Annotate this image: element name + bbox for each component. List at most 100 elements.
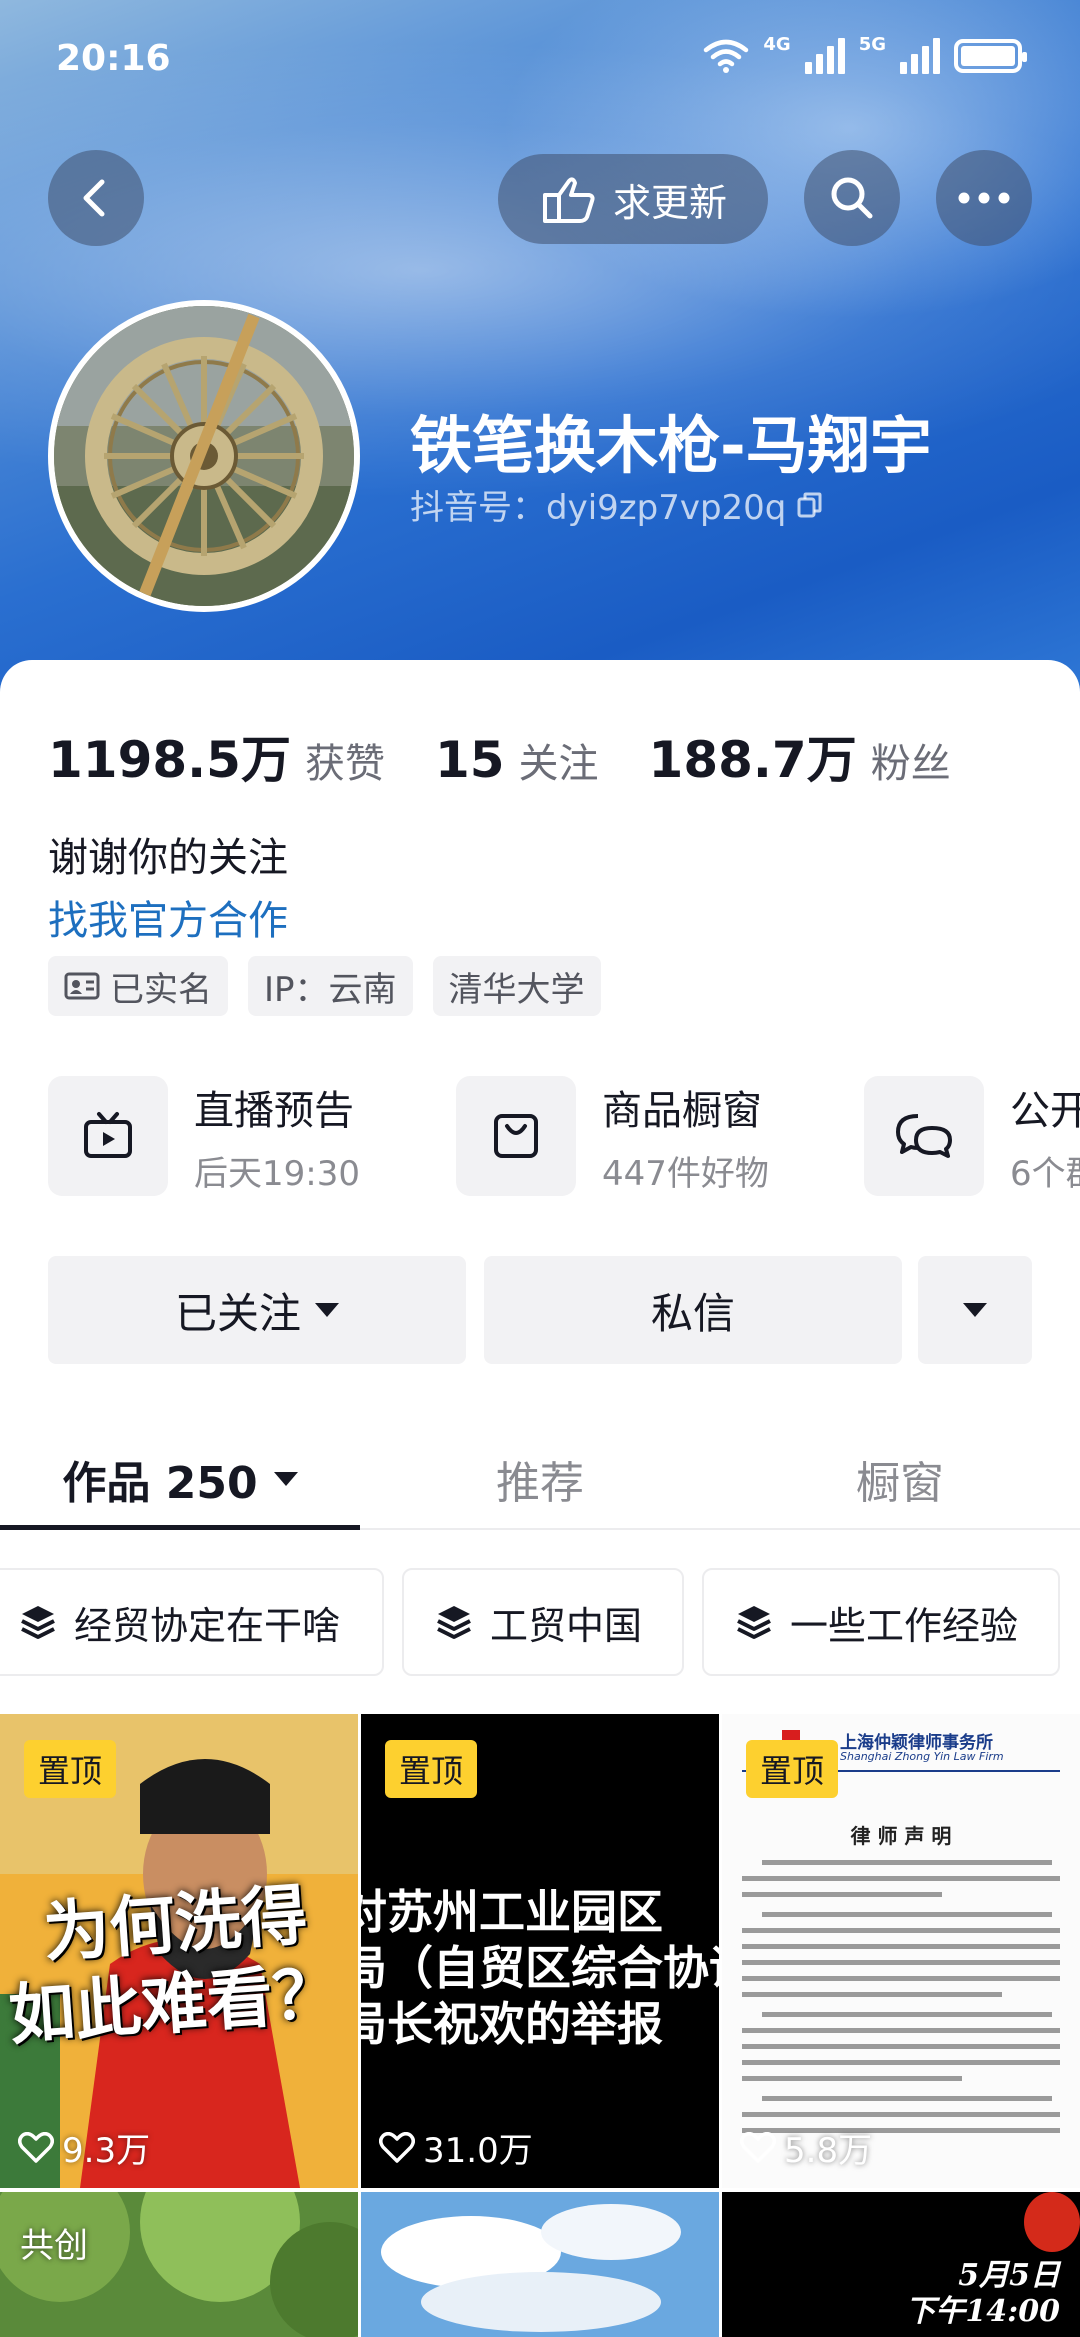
id-card-icon	[64, 972, 100, 1000]
feature-showcase-icon-box	[456, 1076, 576, 1196]
tag-ip-label: IP：云南	[264, 969, 397, 1010]
signal-strength-icon	[804, 38, 845, 74]
network-5g-label: 5G	[858, 33, 886, 55]
status-bar: 20:16 4G 5G	[0, 0, 1080, 120]
search-button[interactable]	[804, 150, 900, 246]
video-grid: 置顶 为何洗得 如此难看？ 9.3万 置顶 对苏州工业园区 局（自贸区综合协调 …	[0, 1714, 1080, 2337]
tag-school[interactable]: 清华大学	[432, 956, 601, 1016]
collection-chip-label: 工贸中国	[490, 1603, 643, 1648]
video-overlay-line: 局（自贸区综合协调	[361, 1941, 719, 1995]
caret-down-icon	[315, 1303, 339, 1317]
video-event-date: 5月5日	[958, 2258, 1060, 2293]
heart-icon	[379, 2131, 415, 2163]
heart-icon	[740, 2131, 776, 2163]
content-tabs: 作品 250 推荐 橱窗	[0, 1430, 1080, 1530]
video-thumbnail[interactable]: 上海仲颖律师事务所 Shanghai Zhong Yin Law Firm 律 …	[722, 1714, 1080, 2188]
co-creation-badge: 共创	[20, 2226, 88, 2266]
back-button[interactable]	[48, 150, 144, 246]
feature-showcase[interactable]: 商品橱窗 447件好物	[456, 1075, 769, 1197]
feature-public-groups[interactable]: 公开 6个群	[864, 1075, 1080, 1197]
pinned-badge: 置顶	[24, 1740, 117, 1798]
feature-groups-icon-box	[864, 1076, 984, 1196]
message-button-label: 私信	[650, 1288, 735, 1338]
profile-id-text: 抖音号：dyi9zp7vp20q	[410, 488, 787, 528]
following-button[interactable]: 已关注	[48, 1256, 466, 1364]
message-button[interactable]: 私信	[484, 1256, 902, 1364]
video-overlay-line: 局长祝欢的举报	[361, 1997, 663, 2051]
collection-chip-label: 一些工作经验	[790, 1603, 1019, 1648]
followers-count[interactable]: 188.7万	[649, 720, 857, 792]
followers-label: 粉丝	[870, 741, 951, 787]
pinned-badge: 置顶	[746, 1740, 839, 1798]
request-update-button[interactable]: 求更新	[498, 154, 768, 244]
action-buttons: 已关注 私信	[48, 1256, 1032, 1366]
tag-school-label: 清华大学	[448, 969, 585, 1010]
layers-icon	[737, 1606, 771, 1639]
cooperation-link[interactable]: 找我官方合作	[48, 888, 288, 946]
chat-icon	[896, 1114, 952, 1158]
tab-works[interactable]: 作品 250	[0, 1430, 360, 1530]
video-thumbnail[interactable]: 置顶 对苏州工业园区 局（自贸区综合协调 局长祝欢的举报 31.0万	[361, 1714, 719, 2188]
chevron-left-icon	[83, 179, 105, 217]
pinned-badge: 置顶	[385, 1740, 478, 1798]
expand-recommendations-button[interactable]	[918, 1256, 1032, 1364]
tab-showcase-label: 橱窗	[856, 1458, 944, 1509]
pointing-hand-icon	[542, 177, 595, 223]
collection-chips: 经贸协定在干啥 工贸中国 一些工作经验	[0, 1568, 1080, 1678]
feature-live-title: 直播预告	[194, 1087, 354, 1134]
heart-icon	[18, 2131, 54, 2163]
search-icon	[831, 177, 873, 219]
video-overlay-line: 对苏州工业园区	[361, 1885, 663, 1939]
status-icons: 4G 5G	[703, 34, 1027, 74]
feature-live-sub: 后天19:30	[194, 1153, 360, 1194]
more-options-button[interactable]	[936, 150, 1032, 246]
collection-chip[interactable]: 一些工作经验	[702, 1568, 1060, 1676]
tag-ip-location: IP：云南	[248, 956, 413, 1016]
video-likes: 31.0万	[379, 2123, 533, 2172]
tab-showcase[interactable]: 橱窗	[720, 1430, 1080, 1528]
collection-chip[interactable]: 经贸协定在干啥	[0, 1568, 384, 1676]
tab-recommend[interactable]: 推荐	[360, 1430, 720, 1528]
video-likes-count: 31.0万	[423, 2131, 533, 2171]
likes-count[interactable]: 1198.5万	[48, 720, 291, 792]
video-thumbnail-image	[361, 2192, 719, 2337]
collection-chip-label: 经贸协定在干啥	[74, 1603, 341, 1648]
status-time: 20:16	[56, 38, 171, 79]
caret-down-icon	[963, 1303, 987, 1317]
feature-groups-sub: 6个群	[1010, 1153, 1080, 1194]
request-update-label: 求更新	[612, 180, 727, 225]
collection-chip[interactable]: 工贸中国	[402, 1568, 684, 1676]
video-event-text: 5月5日 下午14:00	[905, 2258, 1060, 2330]
video-thumbnail[interactable]: 5月5日 下午14:00	[722, 2192, 1080, 2337]
avatar[interactable]	[48, 300, 360, 612]
video-thumbnail[interactable]	[361, 2192, 719, 2337]
battery-icon	[954, 39, 1027, 73]
following-label: 关注	[518, 741, 599, 787]
bio-text: 谢谢你的关注	[48, 835, 288, 881]
layers-icon	[437, 1606, 471, 1639]
video-thumbnail[interactable]: 共创	[0, 2192, 358, 2337]
feature-live-preview[interactable]: 直播预告 后天19:30	[48, 1075, 360, 1197]
tv-icon	[84, 1112, 132, 1158]
feature-showcase-sub: 447件好物	[602, 1153, 769, 1194]
feature-live-icon-box	[48, 1076, 168, 1196]
layers-icon	[21, 1606, 55, 1639]
avatar-image	[54, 306, 354, 606]
copy-icon[interactable]	[796, 491, 824, 519]
following-count[interactable]: 15	[435, 731, 505, 789]
caret-down-icon	[273, 1472, 298, 1486]
video-likes: 9.3万	[18, 2123, 150, 2172]
profile-tags: 已实名 IP：云南 清华大学	[48, 956, 601, 1016]
video-overlay-text: 对苏州工业园区 局（自贸区综合协调 局长祝欢的举报	[361, 1884, 719, 2052]
tab-recommend-label: 推荐	[496, 1458, 584, 1509]
feature-showcase-title: 商品橱窗	[602, 1087, 762, 1134]
video-thumbnail[interactable]: 置顶 为何洗得 如此难看？ 9.3万	[0, 1714, 358, 2188]
more-dots-icon	[958, 192, 1010, 204]
wifi-icon	[704, 39, 749, 73]
doc-subheader: Shanghai Zhong Yin Law Firm	[840, 1750, 1004, 1763]
shopping-bag-icon	[494, 1114, 538, 1158]
profile-stats: 1198.5万 获赞 15 关注 188.7万 粉丝	[48, 720, 987, 792]
top-navigation-bar: 求更新	[0, 150, 1080, 250]
profile-name: 铁笔换木枪-马翔宇	[410, 409, 932, 482]
video-event-time: 下午14:00	[905, 2294, 1060, 2329]
